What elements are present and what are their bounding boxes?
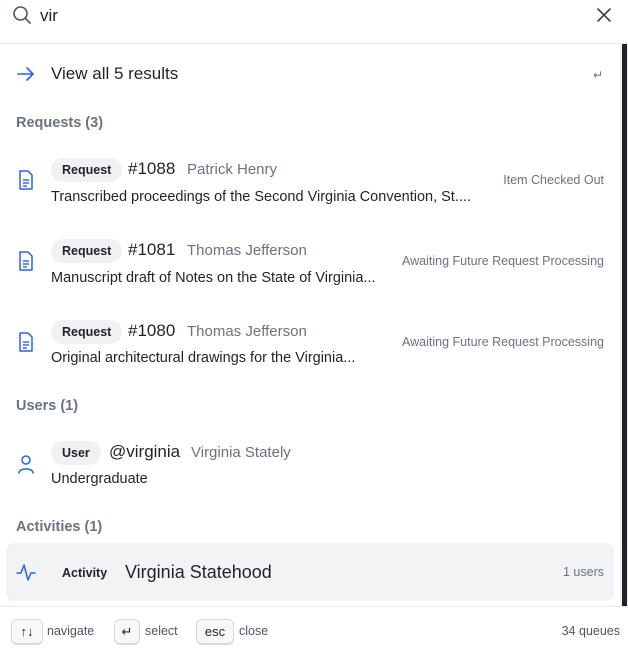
request-badge: Request bbox=[51, 320, 123, 344]
request-result-1080[interactable]: Request #1080 Thomas Jefferson Original … bbox=[6, 312, 614, 382]
section-title-activities: Activities (1) bbox=[16, 519, 103, 535]
request-description: Transcribed proceedings of the Second Vi… bbox=[51, 189, 471, 205]
select-label: select bbox=[145, 624, 178, 638]
navigate-label: navigate bbox=[47, 624, 95, 638]
close-icon[interactable] bbox=[594, 5, 614, 25]
activity-pulse-icon bbox=[16, 564, 36, 581]
request-result-1081[interactable]: Request #1081 Thomas Jefferson Manuscrip… bbox=[6, 231, 614, 301]
close-label: close bbox=[239, 624, 269, 638]
return-key-icon: ↵ bbox=[593, 68, 604, 82]
results-scrollbar[interactable] bbox=[620, 44, 628, 606]
activity-badge: Activity bbox=[62, 566, 108, 580]
section-title-requests: Requests (3) bbox=[16, 115, 104, 131]
request-description: Manuscript draft of Notes on the State o… bbox=[51, 270, 376, 286]
scrollbar-thumb[interactable] bbox=[622, 44, 627, 606]
request-badge: Request bbox=[51, 158, 123, 182]
document-icon bbox=[19, 251, 33, 271]
document-icon bbox=[19, 170, 33, 190]
request-status: Awaiting Future Request Processing bbox=[402, 254, 604, 268]
view-all-results[interactable]: View all 5 results ↵ bbox=[0, 54, 618, 94]
activity-name: Virginia Statehood bbox=[125, 562, 272, 582]
document-icon bbox=[19, 332, 33, 352]
request-id: #1081 bbox=[128, 240, 176, 259]
search-input[interactable] bbox=[40, 2, 560, 30]
request-person: Thomas Jefferson bbox=[187, 323, 307, 340]
search-icon bbox=[13, 6, 31, 24]
search-bar bbox=[0, 0, 628, 44]
request-id: #1080 bbox=[128, 321, 176, 340]
request-description: Original architectural drawings for the … bbox=[51, 350, 356, 366]
activity-count: 1 users bbox=[563, 565, 604, 579]
request-status: Item Checked Out bbox=[503, 173, 604, 187]
keyboard-hints-footer: ↑↓ navigate ↵ select esc close 34 queues bbox=[0, 606, 628, 651]
request-person: Thomas Jefferson bbox=[187, 242, 307, 259]
user-result-virginia[interactable]: User @virginia Virginia Stately Undergra… bbox=[6, 433, 614, 503]
select-key: ↵ bbox=[114, 619, 140, 645]
arrow-right-icon bbox=[17, 67, 34, 81]
request-status: Awaiting Future Request Processing bbox=[402, 335, 604, 349]
request-result-1088[interactable]: Request #1088 Patrick Henry Transcribed … bbox=[6, 150, 614, 220]
activity-result-virginia-statehood[interactable]: Activity Virginia Statehood 1 users bbox=[6, 543, 614, 601]
request-person: Patrick Henry bbox=[187, 161, 278, 178]
user-icon bbox=[18, 455, 34, 474]
esc-key: esc bbox=[196, 619, 234, 645]
user-badge: User bbox=[51, 441, 101, 465]
view-all-label: View all 5 results bbox=[51, 64, 179, 83]
user-name: Virginia Stately bbox=[191, 444, 291, 461]
request-badge: Request bbox=[51, 239, 123, 263]
request-id: #1088 bbox=[128, 159, 176, 178]
section-title-users: Users (1) bbox=[16, 398, 79, 414]
user-description: Undergraduate bbox=[51, 471, 148, 487]
navigate-key: ↑↓ bbox=[11, 619, 43, 645]
user-handle: @virginia bbox=[109, 442, 181, 461]
queue-count: 34 queues bbox=[561, 624, 620, 638]
